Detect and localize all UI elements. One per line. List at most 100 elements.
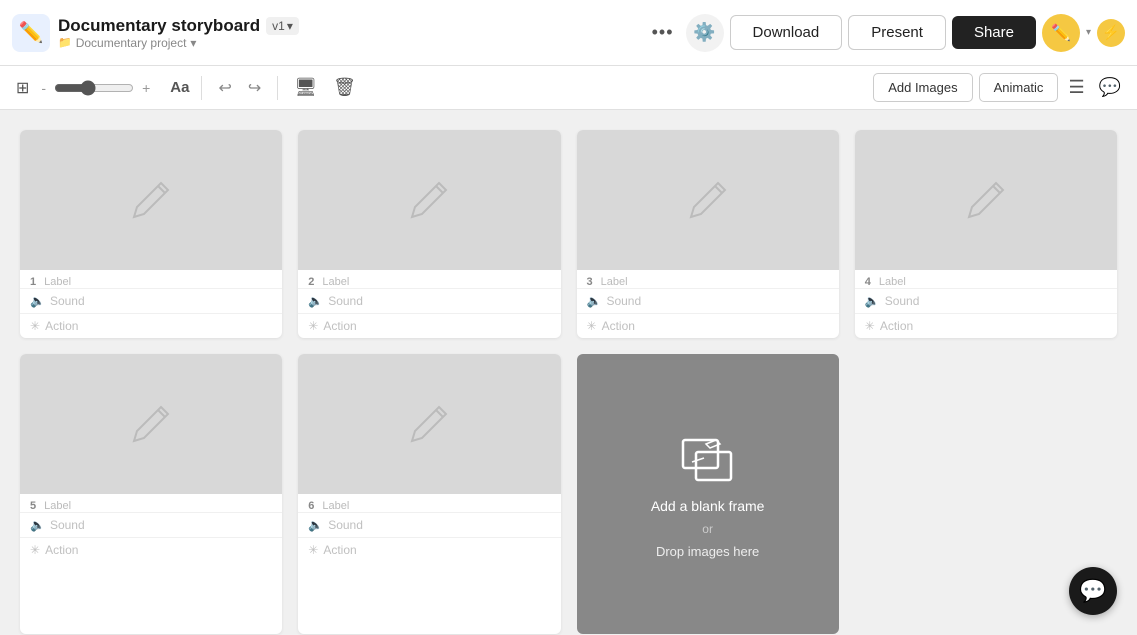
sound-icon-5: 🔈 <box>30 518 45 532</box>
add-images-button[interactable]: Add Images <box>873 73 972 102</box>
grid-icon: ⊞ <box>16 80 29 97</box>
card-image-4 <box>855 130 1117 270</box>
card-action-field-3: ✳ Action <box>577 313 839 338</box>
animatic-button[interactable]: Animatic <box>979 73 1059 102</box>
trash-icon: 🗑 <box>333 77 356 97</box>
breadcrumb-chevron-icon: ▾ <box>190 36 196 50</box>
card-action-field-6: ✳ Action <box>298 537 560 562</box>
action-icon-2: ✳ <box>308 319 318 333</box>
storyboard-card-5: 5 Label 🔈 Sound ✳ Action <box>20 354 282 634</box>
card-image-1 <box>20 130 282 270</box>
canvas: 1 Label 🔈 Sound ✳ Action <box>0 110 1137 635</box>
action-icon-4: ✳ <box>865 319 875 333</box>
card-meta-4: 4 Label <box>855 270 1117 288</box>
sound-label-6: Sound <box>328 518 363 532</box>
sound-label-3: Sound <box>606 294 641 308</box>
font-button[interactable]: Aa <box>170 79 189 96</box>
card-number-4: 4 <box>865 276 871 288</box>
card-num-label-1: 1 Label <box>30 276 272 288</box>
add-frame-text: Add a blank frame <box>651 498 765 514</box>
header: ✏️ Documentary storyboard v1 ▾ 📁 Documen… <box>0 0 1137 66</box>
card-sound-field-5: 🔈 Sound <box>20 512 282 537</box>
redo-button[interactable]: ↪ <box>244 74 265 102</box>
settings-button[interactable]: ⚙️ <box>686 14 724 52</box>
card-label-1: Label <box>44 276 71 288</box>
lightning-badge: ⚡ <box>1097 19 1125 47</box>
toolbar-separator <box>201 76 202 100</box>
card-label-4: Label <box>879 276 906 288</box>
action-icon-6: ✳ <box>308 543 318 557</box>
download-button[interactable]: Download <box>730 15 843 50</box>
card-image-6 <box>298 354 560 494</box>
speaker-notes-icon: 💬 <box>1099 77 1121 97</box>
avatar-icon: ✏️ <box>1051 23 1071 43</box>
card-sound-field-1: 🔈 Sound <box>20 288 282 313</box>
app-logo: ✏️ <box>12 14 50 52</box>
card-number-2: 2 <box>308 276 314 288</box>
pencil-placeholder-icon-4 <box>961 175 1011 225</box>
present-button[interactable]: Present <box>848 15 946 50</box>
sound-label-4: Sound <box>885 294 920 308</box>
delete-button[interactable]: 🗑 <box>329 73 360 102</box>
drop-images-label: Drop images here <box>656 544 759 559</box>
storyboard-card-2: 2 Label 🔈 Sound ✳ Action <box>298 130 560 338</box>
card-action-field-2: ✳ Action <box>298 313 560 338</box>
zoom-slider[interactable] <box>54 80 134 96</box>
list-view-icon: ☰ <box>1068 77 1084 97</box>
pencil-placeholder-icon-5 <box>126 399 176 449</box>
chat-button[interactable]: 💬 <box>1069 567 1117 615</box>
action-icon-3: ✳ <box>587 319 597 333</box>
card-meta-3: 3 Label <box>577 270 839 288</box>
action-label-3: Action <box>602 319 635 333</box>
sound-icon-1: 🔈 <box>30 294 45 308</box>
sound-label-1: Sound <box>50 294 85 308</box>
pencil-placeholder-icon-2 <box>404 175 454 225</box>
card-image-3 <box>577 130 839 270</box>
card-meta-2: 2 Label <box>298 270 560 288</box>
gear-icon: ⚙️ <box>693 22 715 43</box>
chevron-down-icon: ▾ <box>287 19 293 33</box>
pencil-placeholder-icon <box>126 175 176 225</box>
pencil-placeholder-icon-6 <box>404 399 454 449</box>
card-image-2 <box>298 130 560 270</box>
user-avatar-button[interactable]: ✏️ <box>1042 14 1080 52</box>
card-number-5: 5 <box>30 500 36 512</box>
action-label-4: Action <box>880 319 913 333</box>
sound-label-5: Sound <box>50 518 85 532</box>
card-sound-field-4: 🔈 Sound <box>855 288 1117 313</box>
more-options-button[interactable]: ••• <box>646 16 680 49</box>
card-action-field-4: ✳ Action <box>855 313 1117 338</box>
header-actions: ••• ⚙️ Download Present Share ✏️ ▾ ⚡ <box>646 14 1125 52</box>
list-view-button[interactable]: ☰ <box>1064 73 1088 102</box>
title-area: Documentary storyboard v1 ▾ 📁 Documentar… <box>58 16 638 50</box>
logo-icon: ✏️ <box>19 20 44 45</box>
title-row: Documentary storyboard v1 ▾ <box>58 16 638 36</box>
share-button[interactable]: Share <box>952 16 1036 49</box>
add-blank-frame-button[interactable]: Add a blank frame or Drop images here <box>577 354 839 634</box>
zoom-minus-icon: - <box>41 80 46 96</box>
card-number-1: 1 <box>30 276 36 288</box>
card-meta-1: 1 Label <box>20 270 282 288</box>
add-frame-icon <box>678 430 738 490</box>
toolbar-separator-2 <box>277 76 278 100</box>
breadcrumb: 📁 Documentary project ▾ <box>58 36 638 50</box>
share-screen-button[interactable]: 🖥 <box>290 73 321 102</box>
card-sound-field-2: 🔈 Sound <box>298 288 560 313</box>
action-label-1: Action <box>45 319 78 333</box>
redo-icon: ↪ <box>248 80 261 97</box>
card-number-6: 6 <box>308 500 314 512</box>
storyboard-card-4: 4 Label 🔈 Sound ✳ Action <box>855 130 1117 338</box>
undo-button[interactable]: ↩ <box>214 74 235 102</box>
toolbar-right: Add Images Animatic ☰ 💬 <box>873 73 1125 102</box>
dots-label: ••• <box>652 22 674 42</box>
version-badge[interactable]: v1 ▾ <box>266 17 299 35</box>
card-label-3: Label <box>601 276 628 288</box>
action-icon-5: ✳ <box>30 543 40 557</box>
speaker-notes-button[interactable]: 💬 <box>1095 73 1125 102</box>
card-meta-6: 6 Label <box>298 494 560 512</box>
pencil-placeholder-icon-3 <box>683 175 733 225</box>
sound-icon-2: 🔈 <box>308 294 323 308</box>
storyboard-card-1: 1 Label 🔈 Sound ✳ Action <box>20 130 282 338</box>
action-label-6: Action <box>323 543 356 557</box>
grid-view-button[interactable]: ⊞ <box>12 74 33 102</box>
